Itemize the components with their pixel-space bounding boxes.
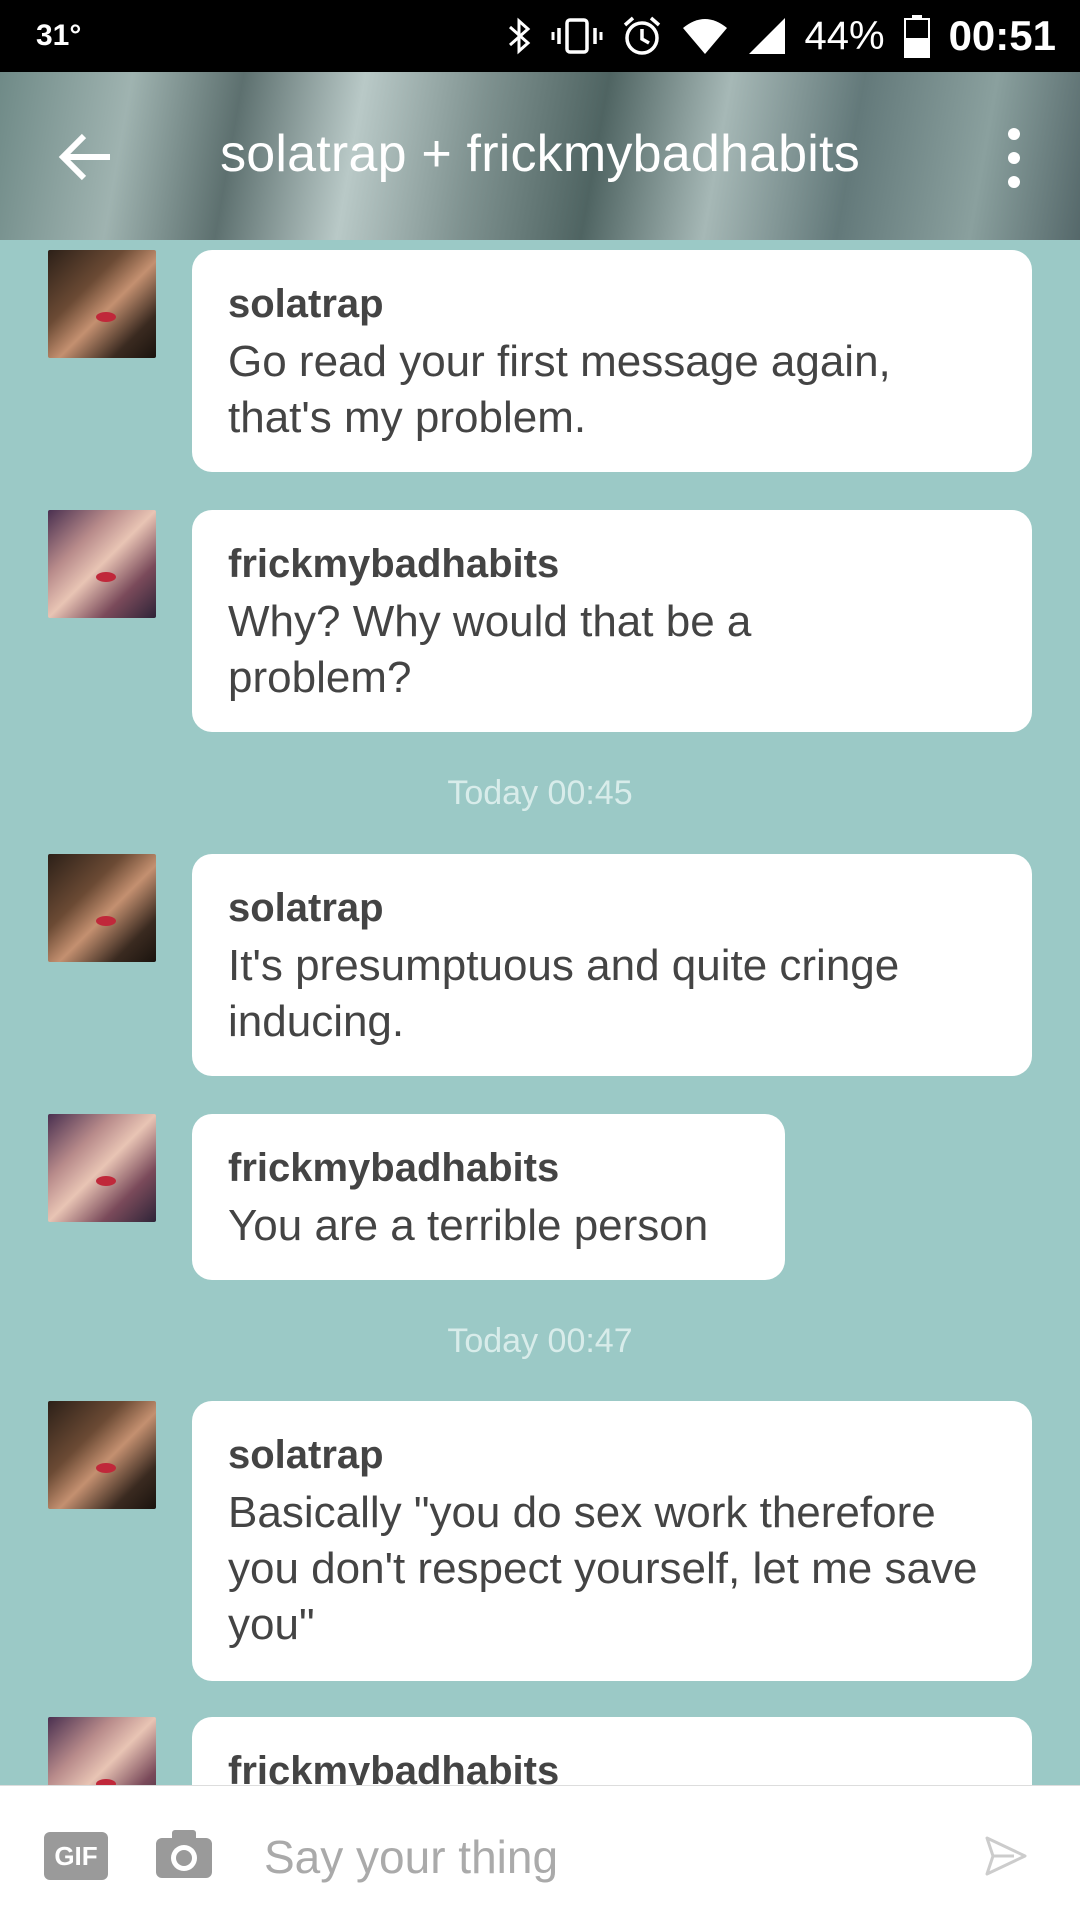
- wifi-icon: [681, 16, 729, 56]
- solatrap-avatar[interactable]: [48, 1401, 156, 1509]
- battery-percent: 44%: [804, 13, 885, 58]
- message-text: Why? Why would that be a problem?: [228, 597, 752, 702]
- message-composer: GIF: [0, 1785, 1080, 1921]
- gif-button[interactable]: GIF: [44, 1832, 108, 1880]
- battery-icon: [903, 14, 931, 58]
- vibrate-icon: [551, 16, 603, 56]
- conversation-title: solatrap + frickmybadhabits: [220, 125, 860, 183]
- message-bubble[interactable]: solatrap Basically "you do sex work ther…: [192, 1401, 1032, 1681]
- message-list[interactable]: solatrap Go read your first message agai…: [0, 240, 1080, 1785]
- status-icons: 44% 00:51: [507, 12, 1056, 60]
- message-author: solatrap: [228, 1433, 384, 1477]
- message-author: solatrap: [228, 282, 384, 326]
- solatrap-avatar[interactable]: [48, 250, 156, 358]
- camera-icon: [156, 1830, 212, 1878]
- message-input[interactable]: [262, 1816, 946, 1898]
- bluetooth-icon: [507, 16, 533, 56]
- message-bubble[interactable]: frickmybadhabits: [192, 1717, 1032, 1785]
- frickmybadhabits-avatar[interactable]: [48, 1717, 156, 1785]
- message-author: solatrap: [228, 886, 384, 930]
- message-text: You are a terrible person: [228, 1201, 709, 1250]
- message-author: frickmybadhabits: [228, 1146, 560, 1190]
- timestamp-divider: Today 00:45: [447, 774, 633, 812]
- signal-icon: [747, 16, 787, 56]
- more-vert-icon: [1008, 128, 1020, 188]
- message-bubble[interactable]: frickmybadhabits Why? Why would that be …: [192, 510, 1032, 732]
- frickmybadhabits-avatar[interactable]: [48, 1114, 156, 1222]
- conversation-header: solatrap + frickmybadhabits: [0, 72, 1080, 240]
- camera-button[interactable]: [154, 1828, 214, 1880]
- message-author: frickmybadhabits: [228, 1749, 560, 1785]
- timestamp-divider: Today 00:47: [447, 1322, 633, 1360]
- message-text: It's presumptuous and quite cringe induc…: [228, 941, 900, 1046]
- clock: 00:51: [948, 12, 1056, 59]
- frickmybadhabits-avatar[interactable]: [48, 510, 156, 618]
- message-text: Go read your first message again, that's…: [228, 337, 891, 442]
- status-bar: 31° 44% 00:51: [0, 0, 1080, 72]
- temperature: 31°: [36, 19, 82, 52]
- more-options-button[interactable]: [990, 124, 1038, 192]
- message-author: frickmybadhabits: [228, 542, 560, 586]
- message-bubble[interactable]: solatrap Go read your first message agai…: [192, 250, 1032, 472]
- message-bubble[interactable]: frickmybadhabits You are a terrible pers…: [192, 1114, 785, 1280]
- message-bubble[interactable]: solatrap It's presumptuous and quite cri…: [192, 854, 1032, 1076]
- alarm-icon: [621, 15, 663, 57]
- message-text: Basically "you do sex work therefore you…: [228, 1488, 978, 1649]
- solatrap-avatar[interactable]: [48, 854, 156, 962]
- send-icon: [985, 1836, 1027, 1876]
- send-button[interactable]: [984, 1834, 1028, 1878]
